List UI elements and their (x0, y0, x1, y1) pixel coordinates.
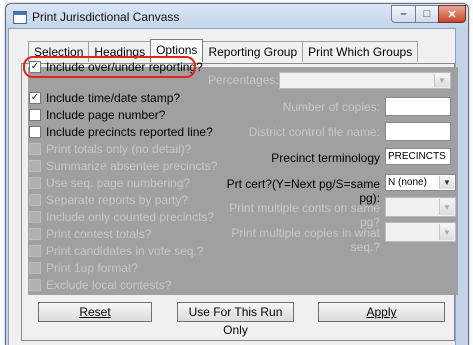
checkbox (29, 244, 41, 257)
copies-input[interactable] (385, 97, 451, 116)
multi-copies-label: Print multiple copies in what seq.? (231, 226, 380, 254)
chevron-down-icon: ▼ (439, 224, 454, 240)
multi-conts-dropdown: ▼ (385, 197, 456, 217)
app-window-icon (13, 11, 27, 24)
close-icon: ✕ (447, 8, 457, 21)
checkbox (29, 227, 41, 240)
option-include-page-number[interactable]: Include page number? (29, 106, 165, 123)
option-only-counted-precincts: Include only counted precincts? (29, 208, 214, 225)
checkbox (29, 278, 41, 291)
checkbox (29, 210, 41, 223)
apply-button[interactable]: Apply (318, 302, 445, 322)
option-include-time-date[interactable]: ✓ Include time/date stamp? (29, 89, 180, 106)
chevron-down-icon: ▼ (434, 74, 449, 87)
percentages-label: Percentages: (208, 73, 279, 87)
option-print-totals-only: Print totals only (no detail)? (29, 140, 191, 157)
checkbox (29, 142, 41, 155)
chevron-down-icon: ▼ (439, 199, 454, 215)
highlight-annotation (23, 56, 196, 78)
precinct-terminology-label: Precinct terminology (271, 151, 380, 165)
option-print-contest-totals: Print contest totals? (29, 225, 151, 242)
checkbox (29, 261, 41, 274)
multi-conts-label: Print multiple conts on same pg? (229, 201, 380, 229)
checkbox[interactable]: ✓ (29, 91, 41, 104)
percentages-dropdown: ▼ (279, 72, 451, 89)
window-title: Print Jurisdictional Canvass (32, 10, 180, 24)
option-separate-by-party: Separate reports by party? (29, 191, 188, 208)
district-file-label: District control file name: (248, 125, 380, 139)
multi-copies-dropdown: ▼ (385, 222, 456, 242)
option-candidates-vote-seq: Print candidates in vote seq.? (29, 242, 203, 259)
checkbox (29, 159, 41, 172)
district-file-input[interactable] (385, 122, 451, 141)
option-summarize-absentee: Summarize absentee precincts? (29, 157, 217, 174)
chevron-down-icon[interactable]: ▼ (439, 176, 454, 189)
checkbox (29, 176, 41, 189)
minimize-button[interactable]: – (391, 5, 416, 23)
maximize-icon: □ (423, 8, 431, 20)
title-bar[interactable]: Print Jurisdictional Canvass – □ ✕ (6, 4, 468, 30)
minimize-icon: – (400, 8, 407, 20)
precinct-terminology-input[interactable]: PRECINCTS (385, 148, 451, 165)
tab-print-which-groups[interactable]: Print Which Groups (302, 41, 419, 62)
prt-cert-dropdown[interactable]: N (none) ▼ (385, 174, 456, 191)
option-include-precincts-reported[interactable]: Include precincts reported line? (29, 123, 213, 140)
checkbox (29, 193, 41, 206)
checkbox[interactable] (29, 125, 41, 138)
maximize-button[interactable]: □ (415, 5, 439, 23)
reset-button[interactable]: Reset (38, 302, 152, 322)
option-print-1up-format: Print 1up format? (29, 259, 138, 276)
use-for-this-run-button[interactable]: Use For This Run Only (177, 302, 294, 337)
close-button[interactable]: ✕ (438, 5, 466, 23)
checkbox[interactable] (29, 108, 41, 121)
tab-reporting-group[interactable]: Reporting Group (202, 41, 304, 62)
option-seq-page-numbering: Use seq. page numbering? (29, 174, 190, 191)
option-exclude-local-contests: Exclude local contests? (29, 276, 171, 293)
copies-label: Number of copies: (282, 100, 380, 114)
